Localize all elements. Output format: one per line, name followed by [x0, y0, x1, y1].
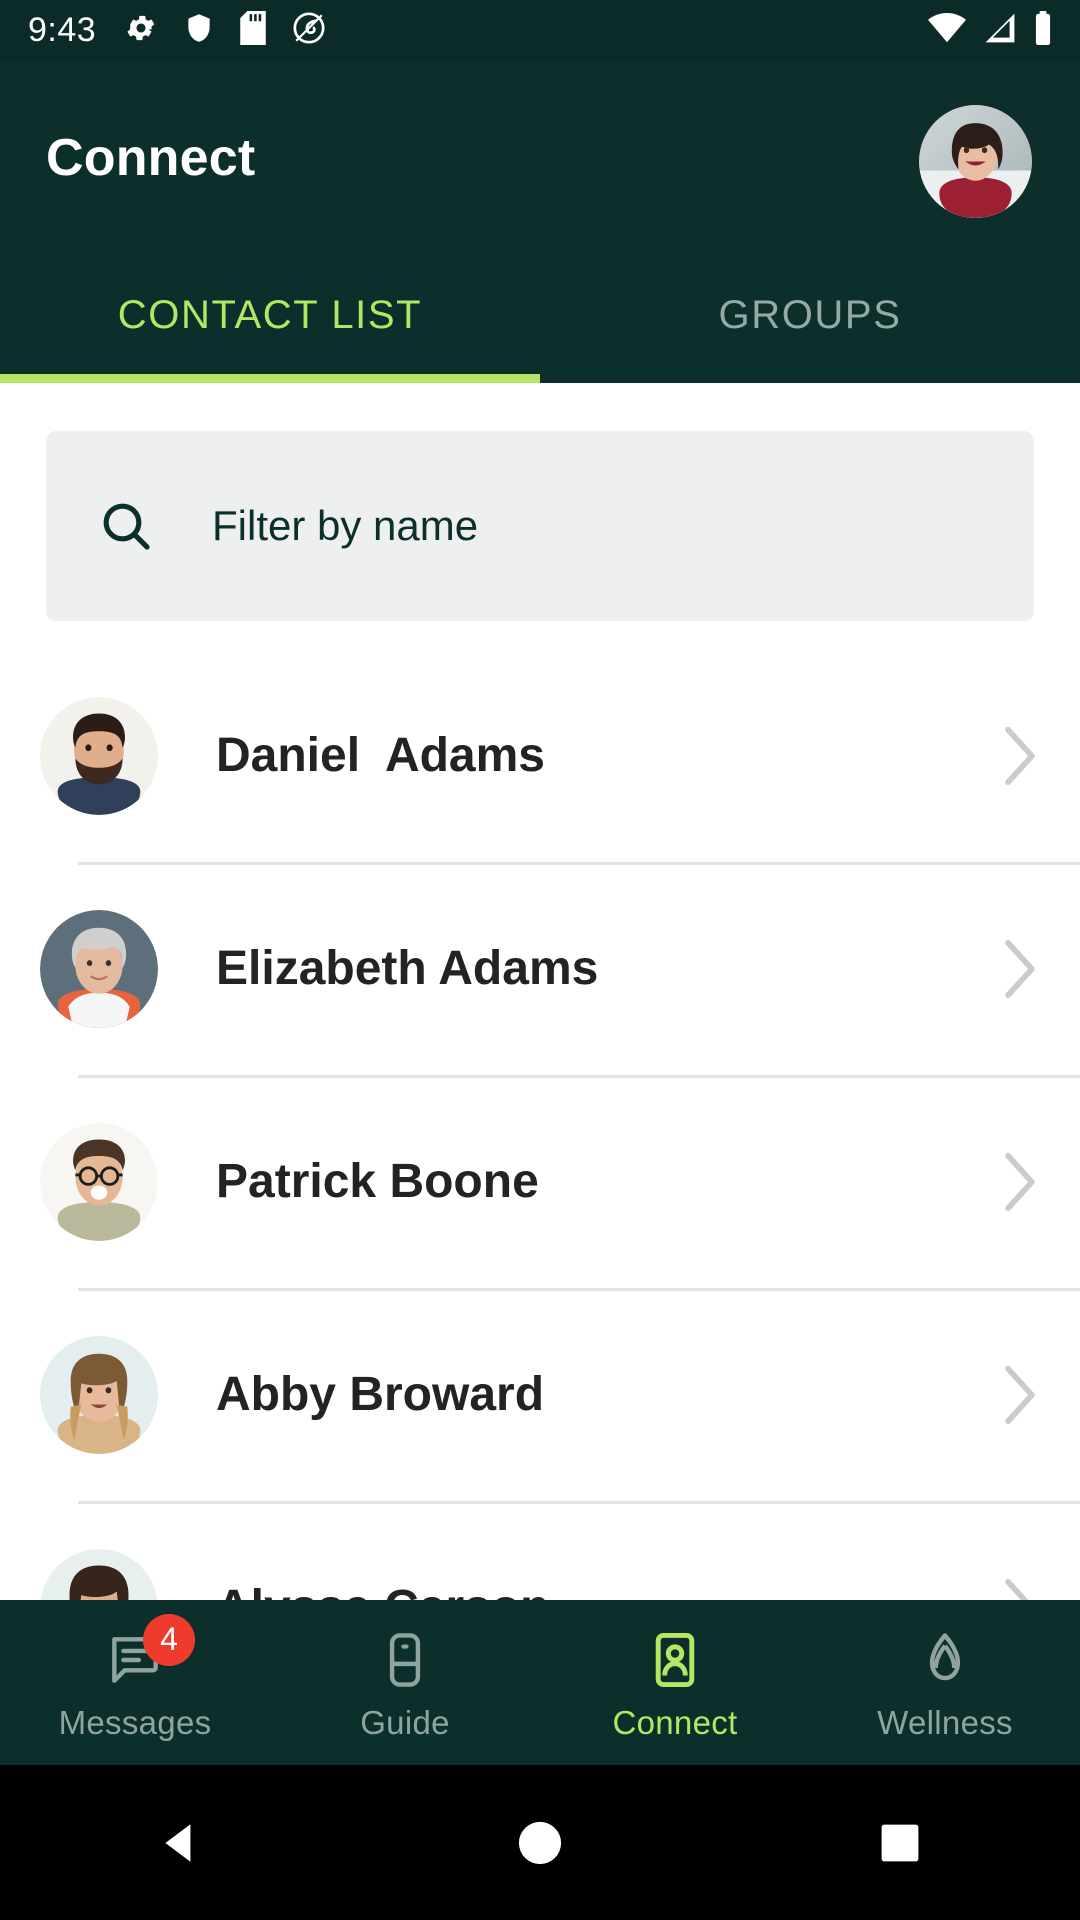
- messages-icon: 4: [99, 1613, 195, 1696]
- search-input[interactable]: Filter by name: [46, 431, 1034, 621]
- status-left-icons: [124, 10, 326, 50]
- tab-active-indicator: [0, 374, 540, 383]
- tab-contact-list[interactable]: CONTACT LIST: [0, 255, 540, 375]
- wifi-icon: [928, 12, 966, 49]
- spiral-icon: [292, 11, 326, 50]
- chevron-right-icon: [1000, 725, 1040, 787]
- home-button[interactable]: [360, 1820, 720, 1866]
- tab-groups[interactable]: GROUPS: [540, 255, 1080, 375]
- recents-button[interactable]: [720, 1822, 1080, 1864]
- tab-bar: CONTACT LIST GROUPS: [0, 255, 1080, 375]
- guide-icon: [369, 1624, 441, 1696]
- chevron-right-icon: [1000, 938, 1040, 1000]
- status-clock: 9:43: [28, 11, 97, 49]
- nav-label-wellness: Wellness: [877, 1703, 1013, 1741]
- battery-icon: [1034, 10, 1052, 50]
- nav-item-messages[interactable]: 4 Messages: [0, 1613, 270, 1742]
- nav-label-connect: Connect: [612, 1703, 738, 1741]
- back-button[interactable]: [0, 1818, 360, 1868]
- contact-avatar: [40, 1335, 158, 1454]
- status-bar: 9:43: [0, 0, 1080, 60]
- contact-row[interactable]: Elizabeth Adams: [0, 862, 1080, 1075]
- bottom-navigation: 4 Messages Guide Connect Wellness: [0, 1600, 1080, 1765]
- nav-item-guide[interactable]: Guide: [270, 1624, 540, 1742]
- search-icon: [98, 498, 154, 554]
- shield-icon: [184, 11, 214, 50]
- wellness-icon: [909, 1624, 981, 1696]
- contact-name: Daniel Adams: [216, 729, 545, 782]
- page-title: Connect: [46, 129, 256, 187]
- chevron-right-icon: [1000, 1151, 1040, 1213]
- phone-screen: 9:43 Connect CONTACT LIST GROUPS Filter …: [0, 0, 1080, 1920]
- contact-name: Patrick Boone: [216, 1155, 539, 1208]
- contact-list-panel: Filter by name Daniel Adams Elizabeth Ad…: [0, 383, 1080, 1620]
- nav-item-connect[interactable]: Connect: [540, 1624, 810, 1742]
- system-navigation-bar: [0, 1765, 1080, 1920]
- contact-row[interactable]: Daniel Adams: [0, 649, 1080, 862]
- contact-row[interactable]: Patrick Boone: [0, 1075, 1080, 1288]
- cell-signal-icon: [982, 12, 1018, 49]
- contact-name: Elizabeth Adams: [216, 942, 599, 995]
- app-bar: Connect CONTACT LIST GROUPS: [0, 60, 1080, 383]
- nav-label-guide: Guide: [360, 1703, 450, 1741]
- contact-avatar: [40, 696, 158, 815]
- search-section: Filter by name: [0, 383, 1080, 621]
- connect-icon: [639, 1624, 711, 1696]
- nav-item-wellness[interactable]: Wellness: [810, 1624, 1080, 1742]
- search-placeholder: Filter by name: [212, 502, 479, 549]
- sd-card-icon: [240, 10, 266, 50]
- messages-badge: 4: [143, 1613, 195, 1666]
- contact-name: Abby Broward: [216, 1368, 545, 1421]
- contact-row[interactable]: Abby Broward: [0, 1288, 1080, 1501]
- status-right-icons: [928, 10, 1052, 50]
- profile-avatar[interactable]: [919, 105, 1032, 218]
- contact-list: Daniel Adams Elizabeth Adams Patrick Boo…: [0, 649, 1080, 1620]
- gear-icon: [124, 11, 158, 50]
- contact-avatar: [40, 909, 158, 1028]
- chevron-right-icon: [1000, 1364, 1040, 1426]
- contact-avatar: [40, 1122, 158, 1241]
- nav-label-messages: Messages: [58, 1703, 212, 1741]
